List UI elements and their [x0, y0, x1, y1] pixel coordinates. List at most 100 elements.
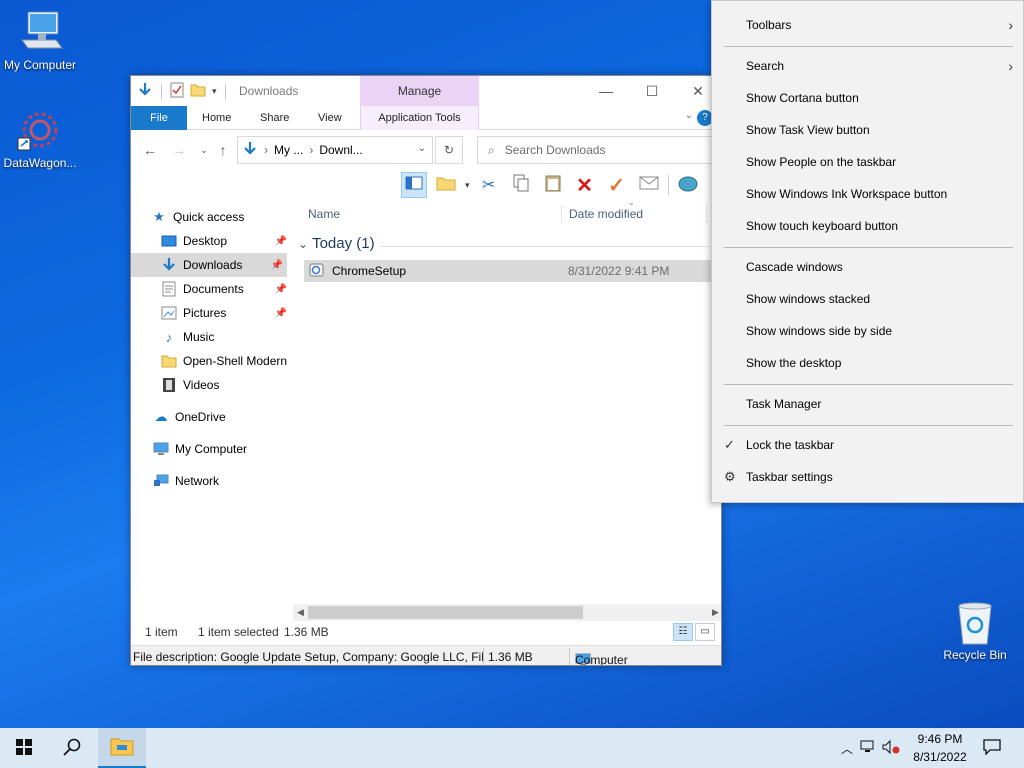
qat-separator: [224, 83, 226, 100]
large-icons-view-button[interactable]: ▭: [695, 623, 715, 641]
up-button[interactable]: ↑: [212, 141, 234, 159]
window-controls: — ☐ ✕: [583, 76, 721, 106]
taskbar-clock[interactable]: 9:46 PM 8/31/2022: [905, 730, 975, 766]
scroll-left-icon[interactable]: ◀: [293, 604, 308, 621]
menu-item-toolbars[interactable]: Toolbars ›: [712, 9, 1023, 41]
toolbar-dropdown-icon[interactable]: ▾: [465, 180, 470, 191]
nav-music[interactable]: ♪ Music: [131, 325, 291, 349]
menu-item-show-ink-workspace[interactable]: Show Windows Ink Workspace button: [712, 178, 1023, 210]
qat-dropdown-icon[interactable]: ▾: [212, 86, 217, 97]
network-tray-icon[interactable]: [858, 740, 880, 757]
tab-share[interactable]: Share: [247, 106, 302, 130]
group-label: Today (1): [312, 235, 375, 252]
nav-downloads[interactable]: Downloads 📌: [131, 253, 287, 277]
start-button[interactable]: [0, 728, 48, 768]
menu-item-task-manager[interactable]: Task Manager: [712, 388, 1023, 420]
forward-button[interactable]: →: [168, 141, 190, 159]
menu-item-side-by-side[interactable]: Show windows side by side: [712, 315, 1023, 347]
menu-item-show-touch-keyboard[interactable]: Show touch keyboard button: [712, 210, 1023, 242]
nav-open-shell[interactable]: Open-Shell Modern: [131, 349, 291, 373]
sort-indicator-icon: ⌄: [628, 198, 635, 207]
nav-label: OneDrive: [175, 410, 226, 424]
show-hidden-icons-button[interactable]: ︿: [836, 740, 858, 757]
computer-icon: [153, 441, 169, 457]
file-name-cell: ChromeSetup: [308, 262, 406, 281]
folder-options-button[interactable]: [433, 172, 459, 198]
tab-file[interactable]: File: [131, 106, 187, 130]
document-icon: [161, 281, 177, 297]
menu-item-show-cortana[interactable]: Show Cortana button: [712, 82, 1023, 114]
windows-logo-icon: [16, 738, 32, 758]
nav-desktop[interactable]: Desktop 📌: [131, 229, 291, 253]
menu-item-search[interactable]: Search ›: [712, 50, 1023, 82]
menu-item-cascade-windows[interactable]: Cascade windows: [712, 251, 1023, 283]
navigation-pane-button[interactable]: [401, 172, 427, 198]
email-button[interactable]: [636, 172, 662, 198]
search-box[interactable]: ⌕ Search Downloads: [477, 136, 717, 164]
details-view-button[interactable]: ☷: [673, 623, 693, 641]
nav-videos[interactable]: Videos: [131, 373, 291, 397]
menu-separator: [724, 46, 1013, 47]
cut-button[interactable]: ✂: [476, 172, 502, 198]
scroll-right-icon[interactable]: ▶: [708, 604, 721, 621]
delete-button[interactable]: ✕: [572, 172, 598, 198]
nav-onedrive[interactable]: ☁ OneDrive: [131, 405, 291, 429]
ribbon-expand-icon[interactable]: ⌄: [685, 110, 693, 121]
breadcrumb-downloads[interactable]: Downl...: [319, 143, 362, 157]
title-bar[interactable]: ▾ Downloads Manage — ☐ ✕: [131, 76, 721, 106]
details-bar: File description: Google Update Setup, C…: [131, 645, 721, 666]
breadcrumb-my-computer[interactable]: My ...: [274, 143, 303, 157]
desktop-icon-datawagon[interactable]: DataWagon...: [0, 108, 80, 170]
desktop-icon-my-computer[interactable]: My Computer: [0, 10, 80, 72]
view-buttons: ☷ ▭: [673, 623, 715, 641]
pin-icon: 📌: [274, 307, 287, 319]
tab-application-tools[interactable]: Application Tools: [360, 106, 479, 130]
manage-tab[interactable]: Manage: [360, 76, 479, 106]
search-button[interactable]: [48, 728, 96, 768]
file-row[interactable]: ChromeSetup 8/31/2022 9:41 PM: [304, 260, 721, 282]
new-folder-icon[interactable]: [190, 83, 206, 100]
file-name: ChromeSetup: [332, 264, 407, 278]
menu-item-show-people[interactable]: Show People on the taskbar: [712, 146, 1023, 178]
nav-quick-access[interactable]: ★ Quick access: [151, 205, 291, 229]
group-header-today[interactable]: ⌄ Today (1): [298, 235, 375, 252]
taskbar: ︿ 9:46 PM 8/31/2022: [0, 728, 1024, 768]
maximize-button[interactable]: ☐: [629, 76, 675, 106]
properties-button[interactable]: ✓: [604, 172, 630, 198]
address-bar[interactable]: › My ... › Downl... ⌄: [237, 136, 433, 164]
paste-button[interactable]: [540, 172, 566, 198]
installer-icon: [308, 262, 326, 281]
desktop-icon-recycle-bin[interactable]: Recycle Bin: [935, 600, 1015, 662]
taskbar-file-explorer[interactable]: [98, 728, 146, 768]
shell-button[interactable]: [675, 172, 701, 198]
menu-item-show-desktop[interactable]: Show the desktop: [712, 347, 1023, 379]
column-separator[interactable]: [561, 205, 562, 223]
address-dropdown-icon[interactable]: ⌄: [418, 143, 426, 154]
horizontal-scrollbar[interactable]: ◀ ▶: [293, 604, 721, 621]
menu-item-show-task-view[interactable]: Show Task View button: [712, 114, 1023, 146]
back-button[interactable]: ←: [139, 141, 161, 159]
nav-documents[interactable]: Documents 📌: [131, 277, 291, 301]
properties-icon[interactable]: [170, 82, 184, 101]
refresh-button[interactable]: ↻: [435, 136, 463, 164]
copy-button[interactable]: [508, 172, 534, 198]
chevron-down-icon: ⌄: [200, 145, 208, 155]
scrollbar-thumb[interactable]: [308, 606, 583, 619]
column-header-name[interactable]: Name: [308, 201, 340, 227]
menu-item-lock-taskbar[interactable]: ✓ Lock the taskbar: [712, 429, 1023, 461]
tab-home[interactable]: Home: [189, 106, 244, 130]
menu-item-taskbar-settings[interactable]: ⚙ Taskbar settings: [712, 461, 1023, 493]
minimize-button[interactable]: —: [583, 76, 629, 106]
volume-muted-icon[interactable]: [880, 739, 902, 757]
scissors-icon: ✂: [481, 177, 496, 194]
menu-item-windows-stacked[interactable]: Show windows stacked: [712, 283, 1023, 315]
location-label: Computer: [575, 653, 628, 666]
action-center-button[interactable]: [972, 728, 1012, 768]
desktop-icon-label: My Computer: [3, 58, 77, 72]
tab-view[interactable]: View: [305, 106, 355, 130]
nav-pictures[interactable]: Pictures 📌: [131, 301, 291, 325]
nav-my-computer[interactable]: My Computer: [131, 437, 291, 461]
column-separator[interactable]: [706, 205, 707, 223]
nav-network[interactable]: Network: [131, 469, 291, 493]
file-explorer-icon: [110, 736, 134, 759]
